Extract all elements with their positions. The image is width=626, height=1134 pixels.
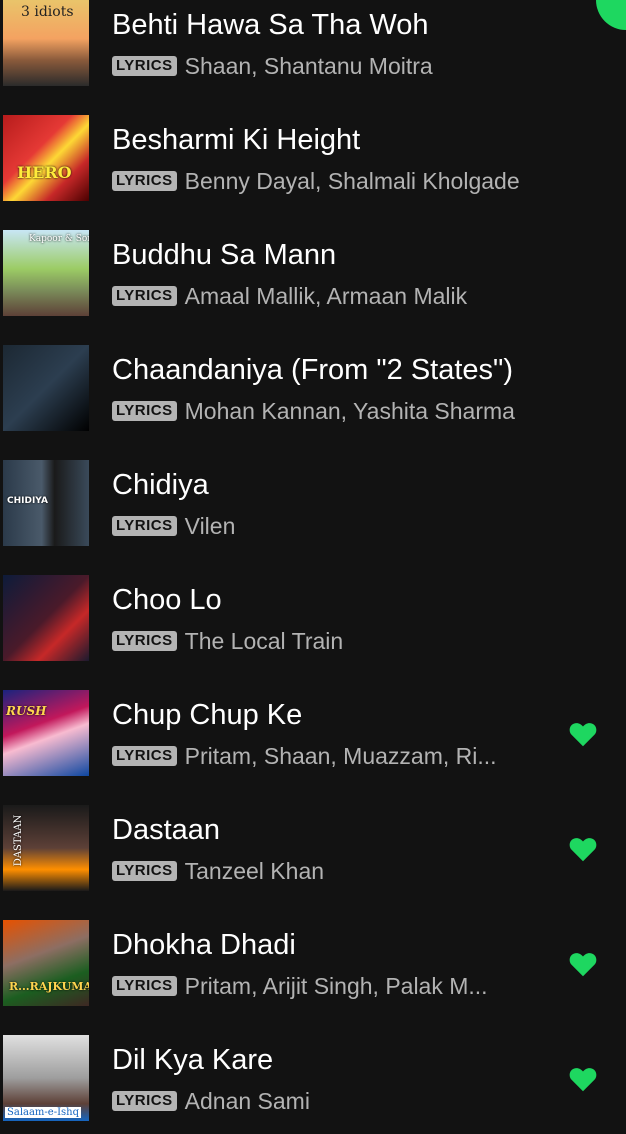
heart-icon[interactable] xyxy=(569,721,597,747)
track-title: Besharmi Ki Height xyxy=(112,124,361,156)
album-cover-text: DASTAAN xyxy=(13,814,25,867)
album-cover: RUSH xyxy=(3,690,89,776)
track-artists: Pritam, Shaan, Muazzam, Ri... xyxy=(184,742,497,769)
track-artists: Amaal Mallik, Armaan Malik xyxy=(184,282,468,309)
track-meta: LYRICS Tanzeel Khan xyxy=(112,856,324,886)
track-meta: LYRICS Adnan Sami xyxy=(112,1086,310,1116)
track-row[interactable]: CHIDIYA Chidiya LYRICS Vilen xyxy=(0,444,626,559)
lyrics-badge: LYRICS xyxy=(112,171,177,191)
album-cover: Salaam-e-Ishq xyxy=(3,1035,89,1121)
track-meta: LYRICS Vilen xyxy=(112,511,235,541)
track-meta: LYRICS Mohan Kannan, Yashita Sharma xyxy=(112,396,515,426)
track-row[interactable]: Kapoor & Sons Buddhu Sa Mann LYRICS Amaal M… xyxy=(0,214,626,329)
track-artists: Tanzeel Khan xyxy=(184,857,325,884)
album-cover-text: HERO xyxy=(17,163,72,182)
track-row[interactable]: Choo Lo LYRICS The Local Train xyxy=(0,559,626,674)
lyrics-badge: LYRICS xyxy=(112,56,177,76)
album-cover: Kapoor & Sons xyxy=(3,230,89,316)
lyrics-badge: LYRICS xyxy=(112,976,177,996)
track-row[interactable]: DASTAAN Dastaan LYRICS Tanzeel Khan xyxy=(0,789,626,904)
track-artists: Vilen xyxy=(184,512,236,539)
lyrics-badge: LYRICS xyxy=(112,401,177,421)
album-cover-text: RUSH xyxy=(6,704,47,718)
lyrics-badge: LYRICS xyxy=(112,746,177,766)
track-meta: LYRICS Pritam, Shaan, Muazzam, Ri... xyxy=(112,741,497,771)
track-artists: Pritam, Arijit Singh, Palak M... xyxy=(184,972,488,999)
album-cover-text: R...RAJKUMAR xyxy=(9,980,89,993)
track-meta: LYRICS Benny Dayal, Shalmali Kholgade xyxy=(112,166,520,196)
album-cover-text: CHIDIYA xyxy=(7,496,48,506)
album-cover xyxy=(3,345,89,431)
lyrics-badge: LYRICS xyxy=(112,516,177,536)
track-row[interactable]: Salaam-e-Ishq Dil Kya Kare LYRICS Adnan Sam… xyxy=(0,1019,626,1134)
track-list: 3 idiots Behti Hawa Sa Tha Woh LYRICS Shaan… xyxy=(0,0,626,1134)
track-artists: Shaan, Shantanu Moitra xyxy=(184,52,433,79)
lyrics-badge: LYRICS xyxy=(112,286,177,306)
track-artists: Benny Dayal, Shalmali Kholgade xyxy=(184,167,520,194)
album-cover: 3 idiots xyxy=(3,0,89,86)
track-title: Chidiya xyxy=(112,469,209,501)
track-meta: LYRICS Shaan, Shantanu Moitra xyxy=(112,51,433,81)
track-title: Dastaan xyxy=(112,814,221,846)
lyrics-badge: LYRICS xyxy=(112,861,177,881)
album-cover-text: Kapoor & Sons xyxy=(29,234,89,244)
track-row[interactable]: Chaandaniya (From "2 States") LYRICS Mohan… xyxy=(0,329,626,444)
album-cover: R...RAJKUMAR xyxy=(3,920,89,1006)
track-artists: The Local Train xyxy=(184,627,344,654)
album-cover: DASTAAN xyxy=(3,805,89,891)
track-artists: Mohan Kannan, Yashita Sharma xyxy=(184,397,515,424)
track-row[interactable]: RUSH Chup Chup Ke LYRICS Pritam, Shaan, Mua… xyxy=(0,674,626,789)
album-cover-text: 3 idiots xyxy=(21,4,74,20)
track-row[interactable]: R...RAJKUMAR Dhokha Dhadi LYRICS Pritam, Ar… xyxy=(0,904,626,1019)
album-cover: CHIDIYA xyxy=(3,460,89,546)
album-cover: HERO xyxy=(3,115,89,201)
track-meta: LYRICS Amaal Mallik, Armaan Malik xyxy=(112,281,467,311)
track-meta: LYRICS Pritam, Arijit Singh, Palak M... xyxy=(112,971,488,1001)
track-title: Dhokha Dhadi xyxy=(112,929,296,961)
track-artists: Adnan Sami xyxy=(184,1087,310,1114)
track-meta: LYRICS The Local Train xyxy=(112,626,343,656)
track-title: Choo Lo xyxy=(112,584,222,616)
heart-icon[interactable] xyxy=(569,951,597,977)
track-title: Dil Kya Kare xyxy=(112,1044,274,1076)
track-row[interactable]: HERO Besharmi Ki Height LYRICS Benny Dayal,… xyxy=(0,99,626,214)
heart-icon[interactable] xyxy=(569,1066,597,1092)
track-title: Behti Hawa Sa Tha Woh xyxy=(112,9,429,41)
lyrics-badge: LYRICS xyxy=(112,631,177,651)
track-title: Chup Chup Ke xyxy=(112,699,303,731)
track-title: Buddhu Sa Mann xyxy=(112,239,337,271)
album-cover xyxy=(3,575,89,661)
track-title: Chaandaniya (From "2 States") xyxy=(112,354,513,386)
track-row[interactable]: 3 idiots Behti Hawa Sa Tha Woh LYRICS Shaan… xyxy=(0,0,626,99)
lyrics-badge: LYRICS xyxy=(112,1091,177,1111)
heart-icon[interactable] xyxy=(569,836,597,862)
